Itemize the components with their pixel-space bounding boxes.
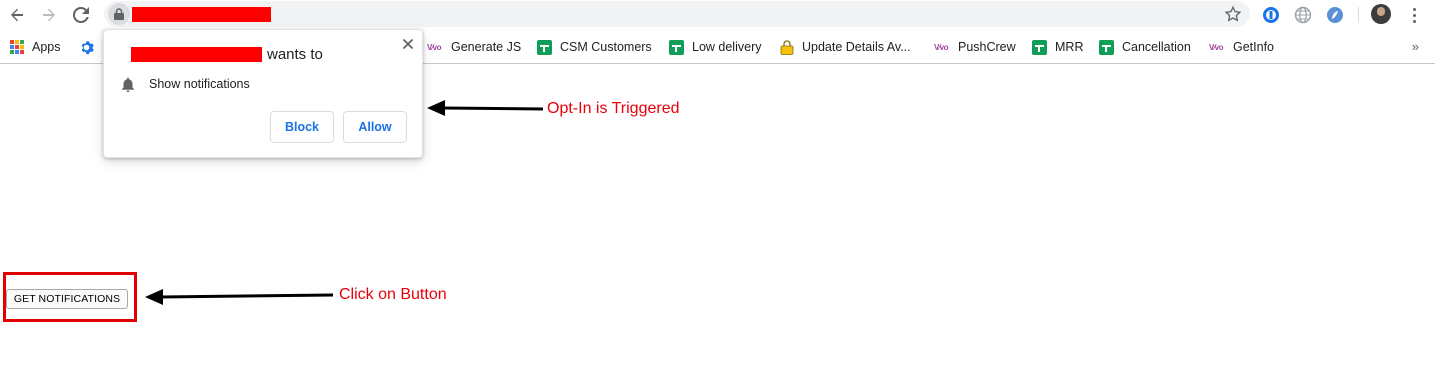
google-sheets-icon [669,39,684,55]
bookmark-label: PushCrew [958,40,1016,54]
star-icon [1224,5,1242,22]
allow-button[interactable]: Allow [343,111,407,143]
reload-icon [73,7,89,23]
bookmarks-overflow-button[interactable]: » [1412,39,1419,54]
bookmark-star-button[interactable] [1224,5,1242,23]
lock-icon [780,39,794,55]
block-button[interactable]: Block [270,111,334,143]
site-name-redacted [131,47,262,62]
vwo-icon: V⁄vo [1209,42,1224,52]
annotation-optin: Opt-In is Triggered [547,100,680,117]
lock-icon [114,8,124,20]
gear-icon [81,40,94,54]
arrow-pointer-button [145,289,334,305]
bookmark-label: MRR [1055,40,1084,54]
bookmark-csm-customers[interactable]: CSM Customers [537,37,652,57]
extension-globe[interactable] [1293,5,1313,25]
apps-grid-icon [10,40,24,54]
address-bar[interactable] [104,1,1250,27]
google-sheets-icon [537,39,552,55]
forward-button[interactable] [37,4,61,26]
annotation-click: Click on Button [339,286,447,303]
get-notifications-button[interactable]: GET NOTIFICATIONS [6,289,128,309]
kebab-menu-icon[interactable] [1405,5,1423,25]
vwo-icon: V⁄vo [427,42,442,52]
back-button[interactable] [5,4,29,26]
notification-permission-popup: wants to Show notifications Block Allow [103,29,423,158]
bookmark-apps[interactable]: Apps [10,37,61,57]
bookmark-getinfo[interactable]: V⁄vo GetInfo [1209,37,1274,57]
bookmark-label: CSM Customers [560,40,652,54]
profile-avatar[interactable] [1371,4,1391,24]
bookmark-cancellation[interactable]: Cancellation [1099,37,1191,57]
extension-1password[interactable] [1261,5,1281,25]
bookmark-gear[interactable] [79,37,94,57]
arrow-left-icon [11,8,23,22]
vwo-icon: V⁄vo [934,42,949,52]
extension-icon [1327,7,1343,23]
bookmark-label: Generate JS [451,40,522,54]
toolbar-separator [1358,7,1359,23]
permission-text: Show notifications [149,77,250,91]
popup-title: wants to [267,46,323,63]
bookmark-low-delivery[interactable]: Low delivery [669,37,761,57]
globe-icon [1294,6,1312,24]
bell-icon [122,77,134,93]
bookmark-label: Update Details Av... [802,40,911,54]
google-sheets-icon [1032,39,1047,55]
reload-button[interactable] [69,4,93,26]
extension-generic[interactable] [1325,5,1345,25]
browser-toolbar [0,0,1435,30]
bookmark-generate-js[interactable]: V⁄vo Generate JS [427,37,521,57]
arrow-right-icon [43,8,55,22]
bookmark-update-details[interactable]: Update Details Av... [780,37,911,57]
url-redacted [132,7,271,22]
bookmark-label: GetInfo [1233,40,1274,54]
close-icon [402,38,414,50]
site-info-button[interactable] [108,3,130,25]
bookmark-mrr[interactable]: MRR [1032,37,1083,57]
google-sheets-icon [1099,39,1114,55]
bookmark-pushcrew[interactable]: V⁄vo PushCrew [934,37,1016,57]
bookmark-label: Low delivery [692,40,762,54]
arrow-pointer-optin [427,100,544,116]
close-button[interactable] [400,36,416,52]
1password-icon [1263,7,1279,23]
bookmark-label: Apps [32,40,61,54]
bookmark-label: Cancellation [1122,40,1191,54]
